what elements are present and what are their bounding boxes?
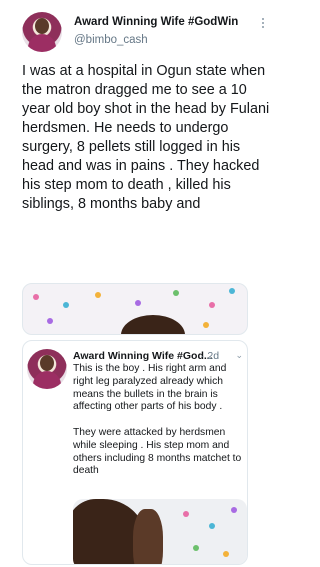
quoted-timestamp[interactable]: · 2d: [201, 350, 219, 362]
photo-subject-detail: [133, 509, 163, 564]
photo-subject: [121, 315, 185, 334]
tweet-media-image[interactable]: [22, 283, 248, 335]
avatar-face: [40, 355, 54, 371]
quoted-tweet-card[interactable]: Award Winning Wife #God... · 2d ⌄ This i…: [22, 340, 248, 565]
author-handle[interactable]: @bimbo_cash: [74, 34, 148, 46]
quoted-media-image[interactable]: [73, 499, 247, 564]
chevron-down-icon[interactable]: ⌄: [235, 350, 243, 361]
quoted-tweet-text: This is the boy . His right arm and righ…: [73, 363, 242, 477]
quoted-author-name[interactable]: Award Winning Wife #God...: [73, 350, 213, 362]
tweet-text: I was at a hospital in Ogun state when t…: [22, 63, 270, 212]
quoted-avatar[interactable]: [27, 349, 67, 389]
tweet-header: Award Winning Wife #GodWin @bimbo_cash: [22, 12, 282, 56]
avatar[interactable]: [22, 12, 62, 52]
more-vertical-icon[interactable]: [258, 16, 268, 30]
avatar-face: [35, 18, 49, 34]
avatar-body: [28, 34, 56, 52]
author-name[interactable]: Award Winning Wife #GodWin: [74, 16, 238, 28]
avatar-body: [33, 371, 61, 389]
